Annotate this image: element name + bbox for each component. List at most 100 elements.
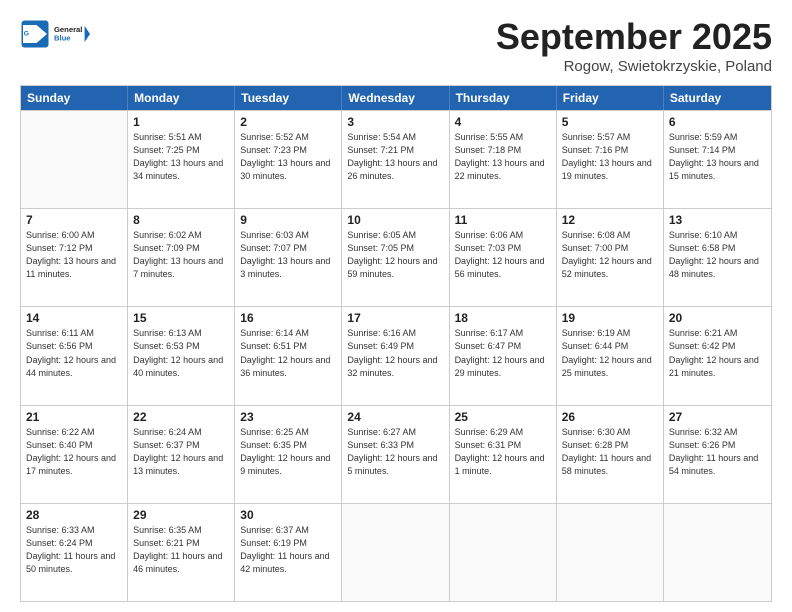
day-number: 26 — [562, 410, 658, 424]
cell-info: Sunrise: 5:57 AM Sunset: 7:16 PM Dayligh… — [562, 131, 658, 183]
cell-info: Sunrise: 6:32 AM Sunset: 6:26 PM Dayligh… — [669, 426, 766, 478]
day-number: 29 — [133, 508, 229, 522]
cell-w2-d2: 8 Sunrise: 6:02 AM Sunset: 7:09 PM Daylig… — [128, 209, 235, 306]
logo: G General Blue — [20, 16, 90, 52]
cell-info: Sunrise: 6:35 AM Sunset: 6:21 PM Dayligh… — [133, 524, 229, 576]
header-friday: Friday — [557, 86, 664, 110]
day-number: 3 — [347, 115, 443, 129]
cell-info: Sunrise: 6:37 AM Sunset: 6:19 PM Dayligh… — [240, 524, 336, 576]
day-number: 9 — [240, 213, 336, 227]
cell-info: Sunrise: 6:14 AM Sunset: 6:51 PM Dayligh… — [240, 327, 336, 379]
cell-info: Sunrise: 6:30 AM Sunset: 6:28 PM Dayligh… — [562, 426, 658, 478]
logo-icon: G — [20, 19, 50, 49]
cell-info: Sunrise: 6:03 AM Sunset: 7:07 PM Dayligh… — [240, 229, 336, 281]
day-number: 2 — [240, 115, 336, 129]
week-row-1: 1 Sunrise: 5:51 AM Sunset: 7:25 PM Daylig… — [21, 110, 771, 208]
header-tuesday: Tuesday — [235, 86, 342, 110]
header-sunday: Sunday — [21, 86, 128, 110]
day-number: 8 — [133, 213, 229, 227]
cell-info: Sunrise: 6:24 AM Sunset: 6:37 PM Dayligh… — [133, 426, 229, 478]
cell-w2-d1: 7Sunrise: 6:00 AM Sunset: 7:12 PM Daylig… — [21, 209, 128, 306]
cell-info: Sunrise: 6:17 AM Sunset: 6:47 PM Dayligh… — [455, 327, 551, 379]
cell-info: Sunrise: 5:52 AM Sunset: 7:23 PM Dayligh… — [240, 131, 336, 183]
day-number: 21 — [26, 410, 122, 424]
location: Rogow, Swietokrzyskie, Poland — [496, 58, 772, 75]
cell-w3-d1: 14Sunrise: 6:11 AM Sunset: 6:56 PM Dayli… — [21, 307, 128, 404]
cell-w1-d3: 2 Sunrise: 5:52 AM Sunset: 7:23 PM Daylig… — [235, 111, 342, 208]
cell-w1-d1 — [21, 111, 128, 208]
cell-info: Sunrise: 6:21 AM Sunset: 6:42 PM Dayligh… — [669, 327, 766, 379]
cell-info: Sunrise: 6:22 AM Sunset: 6:40 PM Dayligh… — [26, 426, 122, 478]
cell-info: Sunrise: 5:51 AM Sunset: 7:25 PM Dayligh… — [133, 131, 229, 183]
cell-w2-d4: 10Sunrise: 6:05 AM Sunset: 7:05 PM Dayli… — [342, 209, 449, 306]
cell-w5-d1: 28Sunrise: 6:33 AM Sunset: 6:24 PM Dayli… — [21, 504, 128, 601]
day-number: 18 — [455, 311, 551, 325]
cell-w5-d3: 30Sunrise: 6:37 AM Sunset: 6:19 PM Dayli… — [235, 504, 342, 601]
week-row-3: 14Sunrise: 6:11 AM Sunset: 6:56 PM Dayli… — [21, 306, 771, 404]
day-number: 23 — [240, 410, 336, 424]
day-number: 4 — [455, 115, 551, 129]
cell-info: Sunrise: 6:06 AM Sunset: 7:03 PM Dayligh… — [455, 229, 551, 281]
cell-info: Sunrise: 5:55 AM Sunset: 7:18 PM Dayligh… — [455, 131, 551, 183]
cell-info: Sunrise: 6:19 AM Sunset: 6:44 PM Dayligh… — [562, 327, 658, 379]
cell-info: Sunrise: 6:25 AM Sunset: 6:35 PM Dayligh… — [240, 426, 336, 478]
day-number: 12 — [562, 213, 658, 227]
day-number: 22 — [133, 410, 229, 424]
header-saturday: Saturday — [664, 86, 771, 110]
cell-info: Sunrise: 6:27 AM Sunset: 6:33 PM Dayligh… — [347, 426, 443, 478]
cell-w1-d2: 1 Sunrise: 5:51 AM Sunset: 7:25 PM Daylig… — [128, 111, 235, 208]
week-row-5: 28Sunrise: 6:33 AM Sunset: 6:24 PM Dayli… — [21, 503, 771, 601]
cell-info: Sunrise: 6:13 AM Sunset: 6:53 PM Dayligh… — [133, 327, 229, 379]
day-number: 11 — [455, 213, 551, 227]
day-number: 20 — [669, 311, 766, 325]
calendar-header: Sunday Monday Tuesday Wednesday Thursday… — [21, 86, 771, 110]
cell-w4-d3: 23 Sunrise: 6:25 AM Sunset: 6:35 PM Dayli… — [235, 406, 342, 503]
svg-text:Blue: Blue — [54, 33, 71, 42]
cell-w3-d3: 16Sunrise: 6:14 AM Sunset: 6:51 PM Dayli… — [235, 307, 342, 404]
cell-info: Sunrise: 6:11 AM Sunset: 6:56 PM Dayligh… — [26, 327, 122, 379]
cell-w2-d5: 11 Sunrise: 6:06 AM Sunset: 7:03 PM Dayli… — [450, 209, 557, 306]
cell-w2-d7: 13 Sunrise: 6:10 AM Sunset: 6:58 PM Dayli… — [664, 209, 771, 306]
cell-w1-d4: 3 Sunrise: 5:54 AM Sunset: 7:21 PM Daylig… — [342, 111, 449, 208]
cell-w3-d4: 17 Sunrise: 6:16 AM Sunset: 6:49 PM Dayli… — [342, 307, 449, 404]
cell-info: Sunrise: 6:16 AM Sunset: 6:49 PM Dayligh… — [347, 327, 443, 379]
cell-info: Sunrise: 5:54 AM Sunset: 7:21 PM Dayligh… — [347, 131, 443, 183]
cell-w1-d5: 4 Sunrise: 5:55 AM Sunset: 7:18 PM Daylig… — [450, 111, 557, 208]
cell-info: Sunrise: 6:02 AM Sunset: 7:09 PM Dayligh… — [133, 229, 229, 281]
day-number: 27 — [669, 410, 766, 424]
cell-w4-d6: 26 Sunrise: 6:30 AM Sunset: 6:28 PM Dayli… — [557, 406, 664, 503]
cell-w2-d6: 12Sunrise: 6:08 AM Sunset: 7:00 PM Dayli… — [557, 209, 664, 306]
cell-w4-d1: 21 Sunrise: 6:22 AM Sunset: 6:40 PM Dayli… — [21, 406, 128, 503]
cell-w1-d6: 5 Sunrise: 5:57 AM Sunset: 7:16 PM Daylig… — [557, 111, 664, 208]
cell-w4-d7: 27 Sunrise: 6:32 AM Sunset: 6:26 PM Dayli… — [664, 406, 771, 503]
cell-info: Sunrise: 5:59 AM Sunset: 7:14 PM Dayligh… — [669, 131, 766, 183]
calendar: Sunday Monday Tuesday Wednesday Thursday… — [20, 85, 772, 602]
day-number: 19 — [562, 311, 658, 325]
cell-w3-d6: 19 Sunrise: 6:19 AM Sunset: 6:44 PM Dayli… — [557, 307, 664, 404]
cell-w4-d5: 25Sunrise: 6:29 AM Sunset: 6:31 PM Dayli… — [450, 406, 557, 503]
day-number: 7 — [26, 213, 122, 227]
svg-text:G: G — [24, 31, 29, 38]
cell-w4-d4: 24Sunrise: 6:27 AM Sunset: 6:33 PM Dayli… — [342, 406, 449, 503]
cell-w3-d7: 20 Sunrise: 6:21 AM Sunset: 6:42 PM Dayli… — [664, 307, 771, 404]
title-block: September 2025 Rogow, Swietokrzyskie, Po… — [496, 16, 772, 75]
day-number: 5 — [562, 115, 658, 129]
cell-info: Sunrise: 6:10 AM Sunset: 6:58 PM Dayligh… — [669, 229, 766, 281]
cell-w5-d4 — [342, 504, 449, 601]
day-number: 1 — [133, 115, 229, 129]
week-row-4: 21 Sunrise: 6:22 AM Sunset: 6:40 PM Dayli… — [21, 405, 771, 503]
day-number: 13 — [669, 213, 766, 227]
svg-text:General: General — [54, 25, 82, 34]
cell-w5-d2: 29 Sunrise: 6:35 AM Sunset: 6:21 PM Dayli… — [128, 504, 235, 601]
week-row-2: 7Sunrise: 6:00 AM Sunset: 7:12 PM Daylig… — [21, 208, 771, 306]
cell-w3-d2: 15 Sunrise: 6:13 AM Sunset: 6:53 PM Dayli… — [128, 307, 235, 404]
cell-info: Sunrise: 6:33 AM Sunset: 6:24 PM Dayligh… — [26, 524, 122, 576]
month-title: September 2025 — [496, 16, 772, 58]
header-thursday: Thursday — [450, 86, 557, 110]
day-number: 6 — [669, 115, 766, 129]
day-number: 10 — [347, 213, 443, 227]
general-blue-logo-svg: General Blue — [54, 16, 90, 52]
day-number: 17 — [347, 311, 443, 325]
day-number: 15 — [133, 311, 229, 325]
cell-w4-d2: 22 Sunrise: 6:24 AM Sunset: 6:37 PM Dayli… — [128, 406, 235, 503]
